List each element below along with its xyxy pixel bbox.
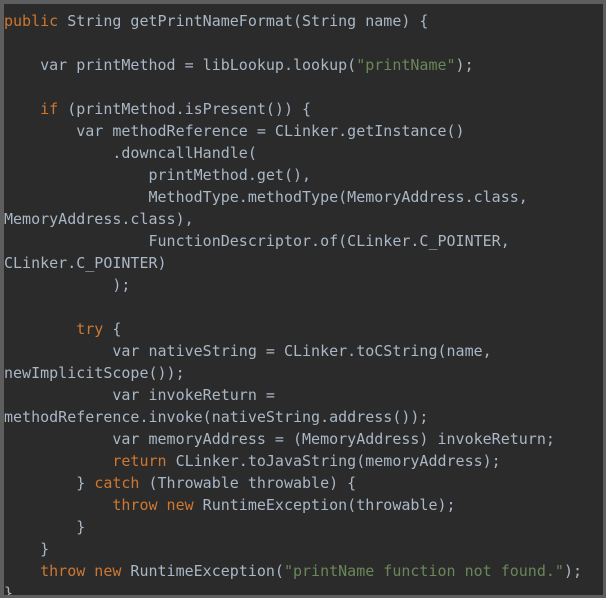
code-token-plain: var printMethod = libLookup.lookup( — [4, 56, 357, 74]
code-token-plain: CLinker.C_POINTER) — [4, 254, 167, 272]
code-line: var invokeReturn = — [4, 384, 603, 406]
code-token-plain: } — [4, 518, 86, 536]
code-token-plain: var invokeReturn = — [4, 386, 275, 404]
code-token-kw: return — [112, 452, 167, 470]
code-token-plain: MethodType.methodType(MemoryAddress.clas… — [4, 188, 528, 206]
code-token-plain: { — [103, 320, 122, 338]
code-token-plain: String getPrintNameFormat(String name) { — [58, 12, 429, 30]
code-token-kw: catch — [94, 474, 140, 492]
code-editor-surface[interactable]: public String getPrintNameFormat(String … — [4, 4, 603, 595]
code-line: } — [4, 516, 603, 538]
code-token-kw: throw new — [40, 562, 122, 580]
code-line: throw new RuntimeException("printName fu… — [4, 560, 603, 582]
code-line: methodReference.invoke(nativeString.addr… — [4, 406, 603, 428]
code-token-plain: RuntimeException( — [121, 562, 284, 580]
code-token-plain: RuntimeException(throwable); — [193, 496, 456, 514]
code-line: printMethod.get(), — [4, 164, 603, 186]
code-line: var printMethod = libLookup.lookup("prin… — [4, 54, 603, 76]
code-token-kw: public — [4, 12, 59, 30]
code-line: var nativeString = CLinker.toCString(nam… — [4, 340, 603, 362]
code-token-str: "printName" — [356, 56, 456, 74]
code-token-plain: var nativeString = CLinker.toCString(nam… — [4, 342, 492, 360]
code-token-plain: methodReference.invoke(nativeString.addr… — [4, 408, 429, 426]
code-line: .downcallHandle( — [4, 142, 603, 164]
code-token-plain: .downcallHandle( — [4, 144, 257, 162]
code-line: } catch (Throwable throwable) { — [4, 472, 603, 494]
code-line: if (printMethod.isPresent()) { — [4, 98, 603, 120]
code-token-plain: ); — [455, 56, 474, 74]
code-token-plain: (printMethod.isPresent()) { — [58, 100, 312, 118]
code-line: FunctionDescriptor.of(CLinker.C_POINTER, — [4, 230, 603, 252]
code-token-plain: var memoryAddress = (MemoryAddress) invo… — [4, 430, 555, 448]
code-token-str: "printName function not found." — [283, 562, 564, 580]
code-line: throw new RuntimeException(throwable); — [4, 494, 603, 516]
code-token-plain: var methodReference = CLinker.getInstanc… — [4, 122, 465, 140]
code-token-plain: ); — [4, 276, 131, 294]
code-token-plain: } — [4, 474, 95, 492]
code-line: MethodType.methodType(MemoryAddress.clas… — [4, 186, 603, 208]
code-line: var memoryAddress = (MemoryAddress) invo… — [4, 428, 603, 450]
code-line: ); — [4, 274, 603, 296]
code-line: CLinker.C_POINTER) — [4, 252, 603, 274]
code-line-list: public String getPrintNameFormat(String … — [4, 4, 603, 595]
code-line: newImplicitScope()); — [4, 362, 603, 384]
code-line: try { — [4, 318, 603, 340]
code-token-plain: FunctionDescriptor.of(CLinker.C_POINTER, — [4, 232, 510, 250]
code-line: public String getPrintNameFormat(String … — [4, 10, 603, 32]
code-token-plain: MemoryAddress.class), — [4, 210, 194, 228]
code-token-plain: } — [4, 540, 50, 558]
code-line: MemoryAddress.class), — [4, 208, 603, 230]
code-token-plain: newImplicitScope()); — [4, 364, 185, 382]
code-token-kw: try — [76, 320, 104, 338]
code-token-plain: (Throwable throwable) { — [139, 474, 357, 492]
code-token-plain: } — [4, 584, 14, 595]
code-token-kw: throw new — [112, 496, 194, 514]
code-snippet-window: public String getPrintNameFormat(String … — [0, 0, 606, 598]
code-line: return CLinker.toJavaString(memoryAddres… — [4, 450, 603, 472]
code-token-plain: printMethod.get(), — [4, 166, 312, 184]
code-line: } — [4, 538, 603, 560]
code-line: } — [4, 582, 603, 595]
code-line: var methodReference = CLinker.getInstanc… — [4, 120, 603, 142]
code-token-plain: CLinker.toJavaString(memoryAddress); — [166, 452, 501, 470]
code-token-kw: if — [40, 100, 59, 118]
code-token-plain: ); — [563, 562, 582, 580]
